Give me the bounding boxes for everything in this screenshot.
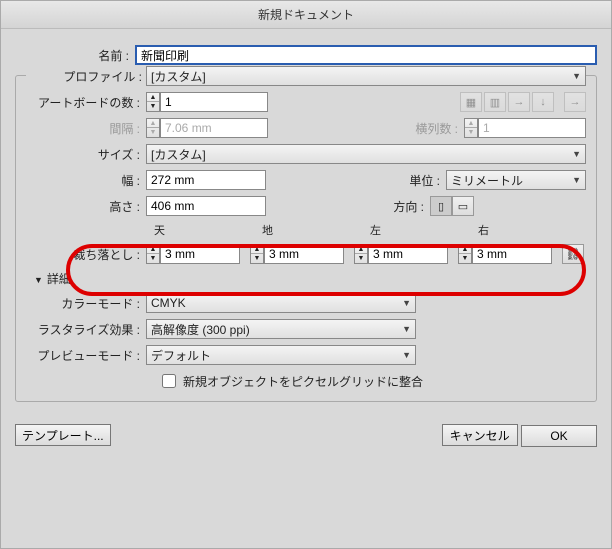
- bleed-left-stepper[interactable]: ▲▼: [354, 244, 368, 264]
- size-select[interactable]: [カスタム]▼: [146, 144, 586, 164]
- artboards-stepper[interactable]: ▲▼: [146, 92, 160, 112]
- chevron-down-icon: ▼: [402, 324, 411, 334]
- pixelgrid-label: 新規オブジェクトをピクセルグリッドに整合: [183, 373, 423, 390]
- profile-label: プロファイル :: [26, 68, 146, 85]
- bleed-right-input[interactable]: [472, 244, 552, 264]
- bleed-left-header: 左: [370, 222, 478, 238]
- colormode-select[interactable]: CMYK▼: [146, 293, 416, 313]
- units-label: 単位 :: [409, 172, 446, 189]
- raster-select[interactable]: 高解像度 (300 ppi)▼: [146, 319, 416, 339]
- link-icon[interactable]: ⛓: [562, 244, 584, 264]
- grid-col-icon: ▥: [484, 92, 506, 112]
- bleed-left-input[interactable]: [368, 244, 448, 264]
- bleed-right-stepper[interactable]: ▲▼: [458, 244, 472, 264]
- colormode-label: カラーモード :: [26, 295, 146, 312]
- ok-button[interactable]: OK: [521, 425, 597, 447]
- arrow-right2-icon: →: [564, 92, 586, 112]
- orient-label: 方向 :: [393, 198, 430, 215]
- artboards-label: アートボードの数 :: [26, 94, 146, 111]
- arrow-down-icon: ↓: [532, 92, 554, 112]
- chevron-down-icon: ▼: [402, 350, 411, 360]
- profile-select[interactable]: [カスタム]▼: [146, 66, 586, 86]
- bleed-bottom-header: 地: [262, 222, 370, 238]
- dialog-window: 新規ドキュメント 名前 : プロファイル : [カスタム]▼ アートボードの数 …: [0, 0, 612, 549]
- columns-stepper: ▲▼: [464, 118, 478, 138]
- height-input[interactable]: [146, 196, 266, 216]
- width-input[interactable]: [146, 170, 266, 190]
- preview-label: プレビューモード :: [26, 347, 146, 364]
- arrow-right-icon: →: [508, 92, 530, 112]
- bleed-bottom-input[interactable]: [264, 244, 344, 264]
- grid-row-icon: ▦: [460, 92, 482, 112]
- size-label: サイズ :: [26, 146, 146, 163]
- bleed-top-input[interactable]: [160, 244, 240, 264]
- raster-label: ラスタライズ効果 :: [26, 321, 146, 338]
- bleed-label: 裁ち落とし :: [26, 246, 146, 263]
- spacing-label: 間隔 :: [26, 120, 146, 137]
- bleed-right-header: 右: [478, 222, 586, 238]
- bleed-top-header: 天: [154, 222, 262, 238]
- name-input[interactable]: [135, 45, 597, 65]
- cancel-button[interactable]: キャンセル: [442, 424, 518, 446]
- landscape-icon[interactable]: ▭: [452, 196, 474, 216]
- chevron-down-icon: ▼: [402, 298, 411, 308]
- preview-select[interactable]: デフォルト▼: [146, 345, 416, 365]
- chevron-down-icon: ▼: [572, 175, 581, 185]
- dialog-title: 新規ドキュメント: [1, 1, 611, 29]
- chevron-down-icon: ▼: [572, 149, 581, 159]
- bleed-top-stepper[interactable]: ▲▼: [146, 244, 160, 264]
- columns-input: [478, 118, 586, 138]
- portrait-icon[interactable]: ▯: [430, 196, 452, 216]
- spacing-stepper: ▲▼: [146, 118, 160, 138]
- artboards-input[interactable]: [160, 92, 268, 112]
- columns-label: 横列数 :: [415, 120, 464, 137]
- chevron-down-icon: ▼: [572, 71, 581, 81]
- units-select[interactable]: ミリメートル▼: [446, 170, 586, 190]
- details-disclosure[interactable]: 詳細: [34, 270, 586, 287]
- name-label: 名前 :: [15, 47, 135, 64]
- template-button[interactable]: テンプレート...: [15, 424, 111, 446]
- pixelgrid-checkbox[interactable]: [162, 374, 176, 388]
- width-label: 幅 :: [26, 172, 146, 189]
- height-label: 高さ :: [26, 198, 146, 215]
- bleed-bottom-stepper[interactable]: ▲▼: [250, 244, 264, 264]
- spacing-input: [160, 118, 268, 138]
